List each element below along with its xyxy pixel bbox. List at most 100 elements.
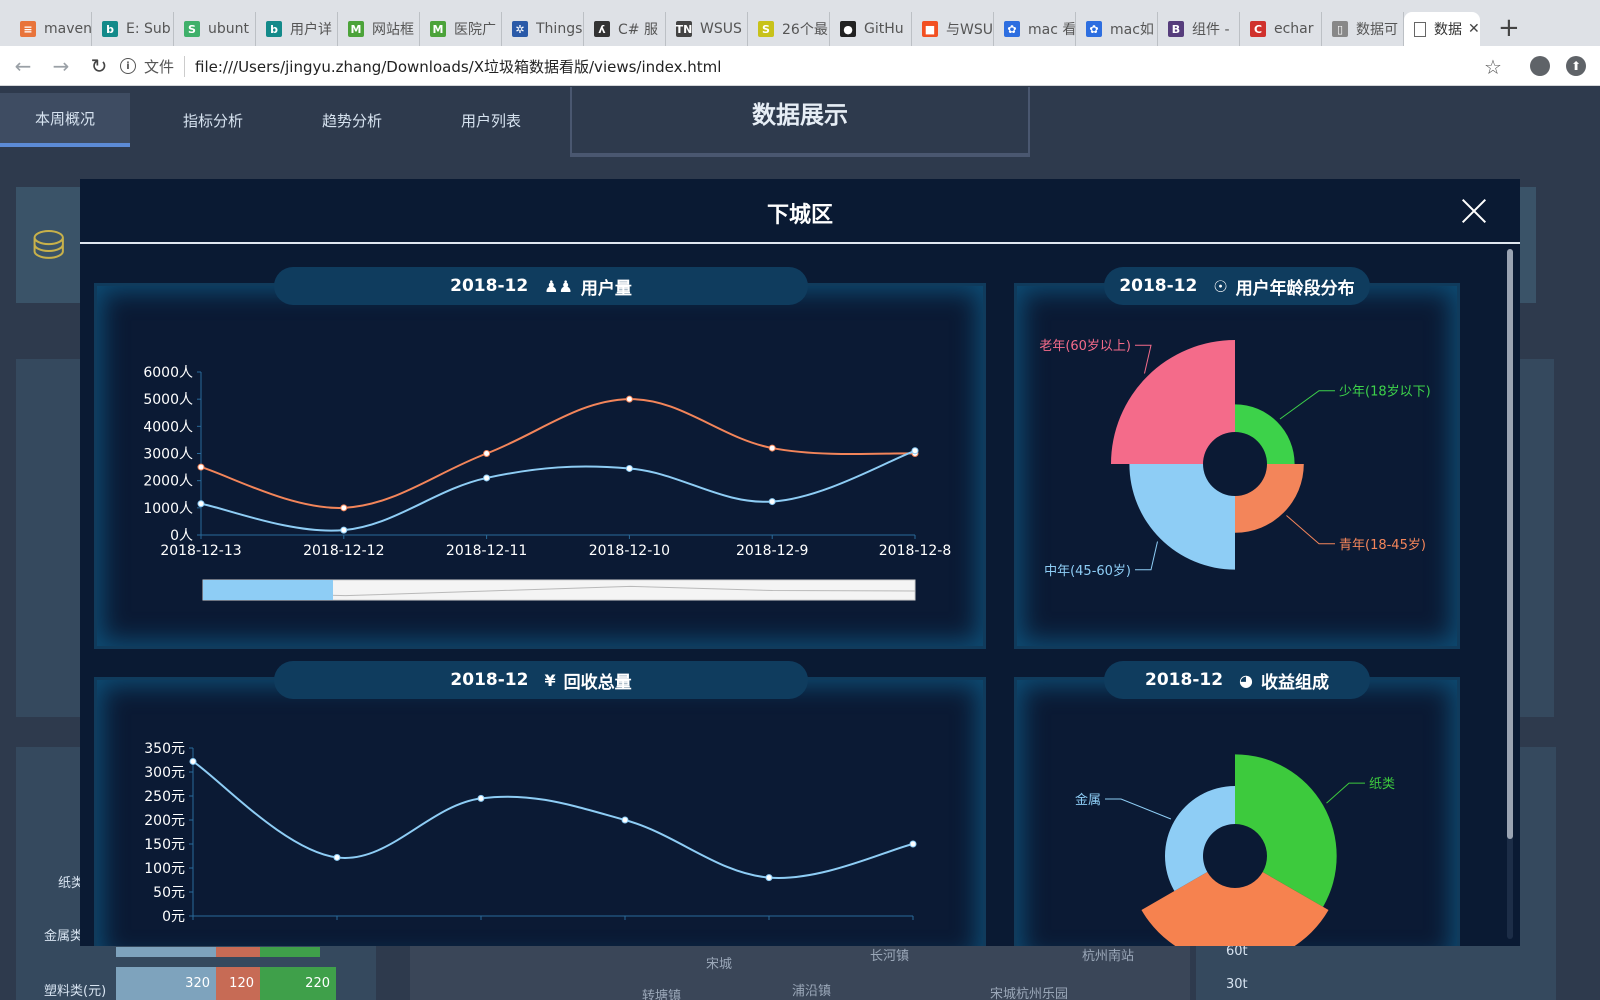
profile-avatar-icon[interactable] xyxy=(1530,56,1550,76)
extension-icon[interactable]: ⬆ xyxy=(1566,56,1586,76)
y-tick-label: 5000人 xyxy=(143,392,193,408)
tab-title: maven xyxy=(44,21,91,37)
url-text[interactable]: file:///Users/jingyu.zhang/Downloads/X垃圾… xyxy=(195,56,721,77)
tab-title: mac如 xyxy=(1110,22,1154,38)
b-logo-icon: B xyxy=(1168,21,1184,37)
lightbulb-icon: ☉ xyxy=(1213,276,1228,296)
browser-tab[interactable]: b E: Sub xyxy=(92,12,174,46)
map-label: 长河镇 xyxy=(870,949,910,964)
browser-tab[interactable]: b 用户详 xyxy=(256,12,338,46)
tab-title: WSUS xyxy=(700,21,742,37)
tab-title: 26个最 xyxy=(782,22,828,38)
page-icon xyxy=(1414,21,1426,37)
tab-title: E: Sub xyxy=(126,21,171,37)
label-line xyxy=(1279,390,1335,420)
close-icon[interactable]: ✕ xyxy=(1468,21,1480,37)
tab-title: GitHu xyxy=(864,21,904,37)
nav-tab-users[interactable]: 用户列表 xyxy=(426,93,556,147)
map-label: 杭州南站 xyxy=(1082,949,1135,964)
reload-icon[interactable]: ↻ xyxy=(84,54,114,78)
nav-tab-indicators[interactable]: 指标分析 xyxy=(148,93,278,147)
browser-tab[interactable]: S 26个最 xyxy=(748,12,830,46)
label-line xyxy=(1326,782,1365,804)
x-tick-label: 2018-12-13 xyxy=(160,543,241,559)
browser-tab[interactable]: ✿ mac 看 xyxy=(994,12,1076,46)
data-point xyxy=(197,500,205,508)
gear-icon: ✲ xyxy=(512,21,528,37)
nav-tab-overview[interactable]: 本周概况 xyxy=(0,93,130,147)
close-icon[interactable] xyxy=(1458,195,1490,227)
browser-tab[interactable]: TN WSUS xyxy=(666,12,748,46)
browser-tab[interactable]: ■ 与WSU xyxy=(912,12,994,46)
browser-tab[interactable]: M 医院广 xyxy=(420,12,502,46)
people-icon: ♟♟ xyxy=(544,276,573,296)
x-tick-label: 2018-12-9 xyxy=(736,543,808,559)
bing-icon: b xyxy=(102,21,118,37)
data-point xyxy=(483,450,491,457)
pie-chart-icon: ◕ xyxy=(1239,670,1253,690)
y-tick-label: 350元 xyxy=(144,741,185,757)
scrollbar-thumb[interactable] xyxy=(1507,249,1513,839)
user-count-chart: 0人 1000人 2000人 3000人 4000人 5000人 6000人 2018-12-… xyxy=(143,365,951,601)
bar-segment: 120 xyxy=(216,967,260,1000)
m-logo-icon: M xyxy=(430,21,446,37)
browser-tab-active[interactable]: 数据 ✕ xyxy=(1404,12,1480,46)
bar-segment xyxy=(216,947,260,957)
stack-icon: ≡ xyxy=(20,21,36,37)
map-label: 宋城 xyxy=(706,957,733,972)
slice-label: 中年(45-60岁) xyxy=(1044,564,1131,579)
modal-scrollbar[interactable] xyxy=(1507,249,1513,939)
hook-icon: ʎ xyxy=(594,21,610,37)
info-icon[interactable]: i xyxy=(120,58,136,74)
x-tick-label: 2018-12-12 xyxy=(303,543,384,559)
browser-tab[interactable]: ≡ maven xyxy=(10,12,92,46)
bookmark-star-icon[interactable]: ☆ xyxy=(1484,55,1502,79)
nav-tab-trends[interactable]: 趋势分析 xyxy=(287,93,417,147)
browser-tab[interactable]: ● GitHu xyxy=(830,12,912,46)
browser-tab[interactable]: ✲ Things xyxy=(502,12,584,46)
browser-tab[interactable]: ✿ mac如 xyxy=(1076,12,1158,46)
paw-icon: ✿ xyxy=(1086,21,1102,37)
y-tick-label: 100元 xyxy=(144,861,185,877)
rose-slice xyxy=(1129,464,1235,570)
data-point xyxy=(483,474,491,482)
map-label: 浦沿镇 xyxy=(792,984,832,999)
slice-label: 纸类 xyxy=(1369,777,1395,792)
browser-tab[interactable]: M 网站框 xyxy=(338,12,420,46)
url-field[interactable]: i 文件 file:///Users/jingyu.zhang/Download… xyxy=(120,52,1494,80)
browser-tab[interactable]: ʎ C# 服 xyxy=(584,12,666,46)
datazoom-window xyxy=(203,580,333,600)
y-tick-label: 250元 xyxy=(144,789,185,805)
y-tick-label: 50元 xyxy=(153,885,185,901)
browser-tab[interactable]: Cechar xyxy=(1240,12,1322,46)
income-composition-chart: 纸类塑料类金属 xyxy=(1075,754,1395,946)
category-label: 塑料类(元) xyxy=(44,984,107,999)
url-scheme-label: 文件 xyxy=(144,55,186,77)
y-tick-label: 300元 xyxy=(144,765,185,781)
card-title: 用户年龄段分布 xyxy=(1235,278,1355,299)
browser-tab[interactable]: Subunt xyxy=(174,12,256,46)
new-tab-button[interactable]: + xyxy=(1498,13,1520,43)
back-icon[interactable]: ← xyxy=(8,54,38,78)
rose-slice xyxy=(1235,754,1337,907)
browser-tab[interactable]: ▯ 数据可 xyxy=(1322,12,1404,46)
district-modal: 下城区 0人 1000人 2000人 3000人 4000人 5000人 6000人 2018… xyxy=(80,179,1520,946)
label-line xyxy=(1286,515,1335,545)
tab-title: 医院广 xyxy=(454,22,496,38)
card-title: 回收总量 xyxy=(563,672,632,693)
tab-title: 组件 - xyxy=(1192,22,1230,38)
card-date: 2018-12 xyxy=(1145,670,1224,690)
page-icon: ▯ xyxy=(1332,21,1348,37)
x-tick-label: 2018-12-11 xyxy=(446,543,527,559)
browser-tab[interactable]: B 组件 - xyxy=(1158,12,1240,46)
recycle-total-header: 2018-12 ¥ 回收总量 xyxy=(274,661,808,699)
map-label: 宋城杭州乐园 xyxy=(990,987,1069,1000)
github-icon: ● xyxy=(840,21,856,37)
slice-label: 少年(18岁以下) xyxy=(1339,385,1431,400)
label-line xyxy=(1135,344,1152,374)
category-label: 金属类 xyxy=(44,929,84,944)
forward-icon[interactable]: → xyxy=(46,54,76,78)
data-point xyxy=(768,498,776,506)
data-point xyxy=(909,840,917,848)
rose-slice xyxy=(1235,464,1304,533)
